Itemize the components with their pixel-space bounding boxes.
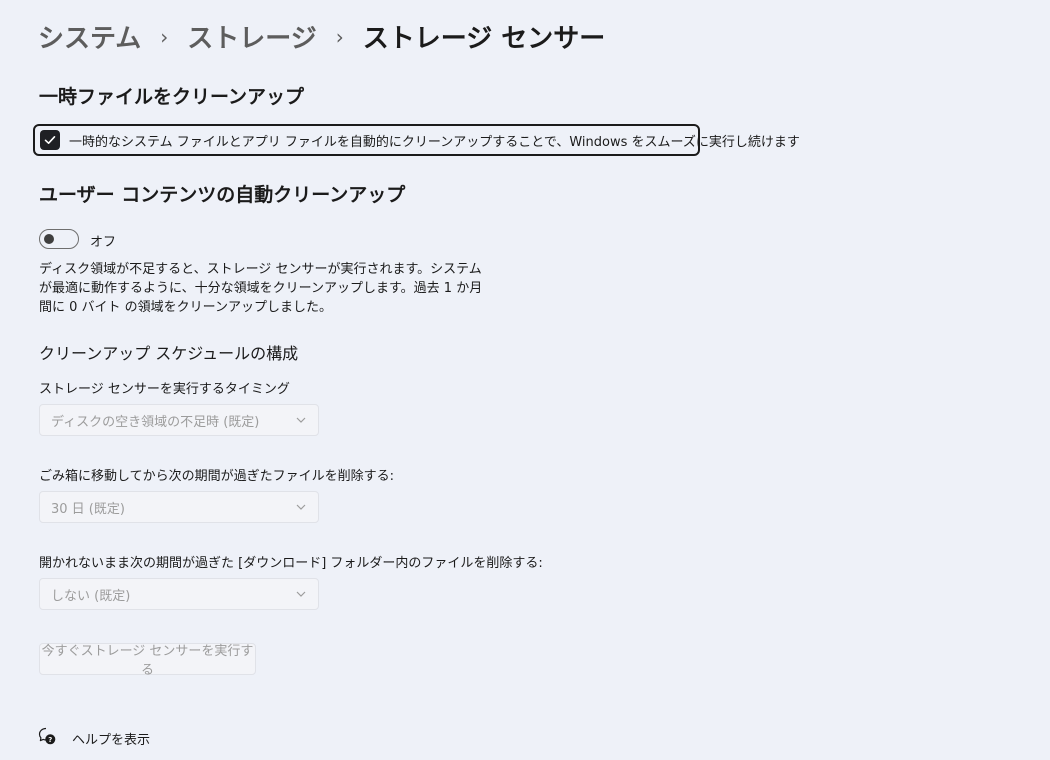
help-label: ヘルプを表示 xyxy=(72,732,151,748)
temp-files-cleanup-checkbox[interactable] xyxy=(40,130,60,150)
help-chat-icon: ? xyxy=(38,727,56,749)
toggle-knob xyxy=(44,234,54,244)
breadcrumb-item-storage[interactable]: ストレージ xyxy=(187,18,316,55)
breadcrumb-separator: › xyxy=(335,24,344,49)
page-title: ストレージ センサー xyxy=(362,24,606,54)
chevron-down-icon xyxy=(286,504,316,510)
breadcrumb-separator: › xyxy=(160,24,169,49)
run-storage-sense-now-button[interactable]: 今すぐストレージ センサーを実行する xyxy=(39,643,256,678)
run-timing-label: ストレージ センサーを実行するタイミング xyxy=(39,382,290,397)
storage-sense-description: ディスク領域が不足すると、ストレージ センサーが実行されます。システムが最適に動… xyxy=(39,262,483,315)
get-help-link[interactable]: ? ヘルプを表示 xyxy=(38,727,150,749)
chevron-down-icon xyxy=(286,417,316,423)
checkmark-icon xyxy=(44,136,56,144)
breadcrumb: システム › ストレージ › ストレージ センサー xyxy=(38,18,605,55)
user-content-heading: ユーザー コンテンツの自動クリーンアップ xyxy=(39,184,406,206)
toggle-state-label: オフ xyxy=(90,235,117,250)
downloads-value: しない (既定) xyxy=(51,588,131,604)
svg-text:?: ? xyxy=(48,736,52,744)
recycle-bin-dropdown[interactable]: 30 日 (既定) xyxy=(39,491,319,523)
auto-cleanup-toggle[interactable] xyxy=(39,229,79,249)
temp-files-cleanup-label: 一時的なシステム ファイルとアプリ ファイルを自動的にクリーンアップすることで、… xyxy=(69,134,800,150)
temp-files-cleanup-checkbox-row[interactable]: 一時的なシステム ファイルとアプリ ファイルを自動的にクリーンアップすることで、… xyxy=(33,124,800,156)
breadcrumb-item-system[interactable]: システム xyxy=(38,18,141,55)
run-timing-dropdown[interactable]: ディスクの空き領域の不足時 (既定) xyxy=(39,404,319,436)
downloads-dropdown[interactable]: しない (既定) xyxy=(39,578,319,610)
temp-files-heading: 一時ファイルをクリーンアップ xyxy=(39,86,305,108)
cleanup-schedule-heading: クリーンアップ スケジュールの構成 xyxy=(39,344,299,363)
chevron-down-icon xyxy=(286,591,316,597)
recycle-bin-value: 30 日 (既定) xyxy=(51,501,125,517)
run-timing-value: ディスクの空き領域の不足時 (既定) xyxy=(51,414,260,430)
recycle-bin-label: ごみ箱に移動してから次の期間が過ぎたファイルを削除する: xyxy=(39,469,394,484)
downloads-label: 開かれないまま次の期間が過ぎた [ダウンロード] フォルダー内のファイルを削除す… xyxy=(39,556,543,571)
